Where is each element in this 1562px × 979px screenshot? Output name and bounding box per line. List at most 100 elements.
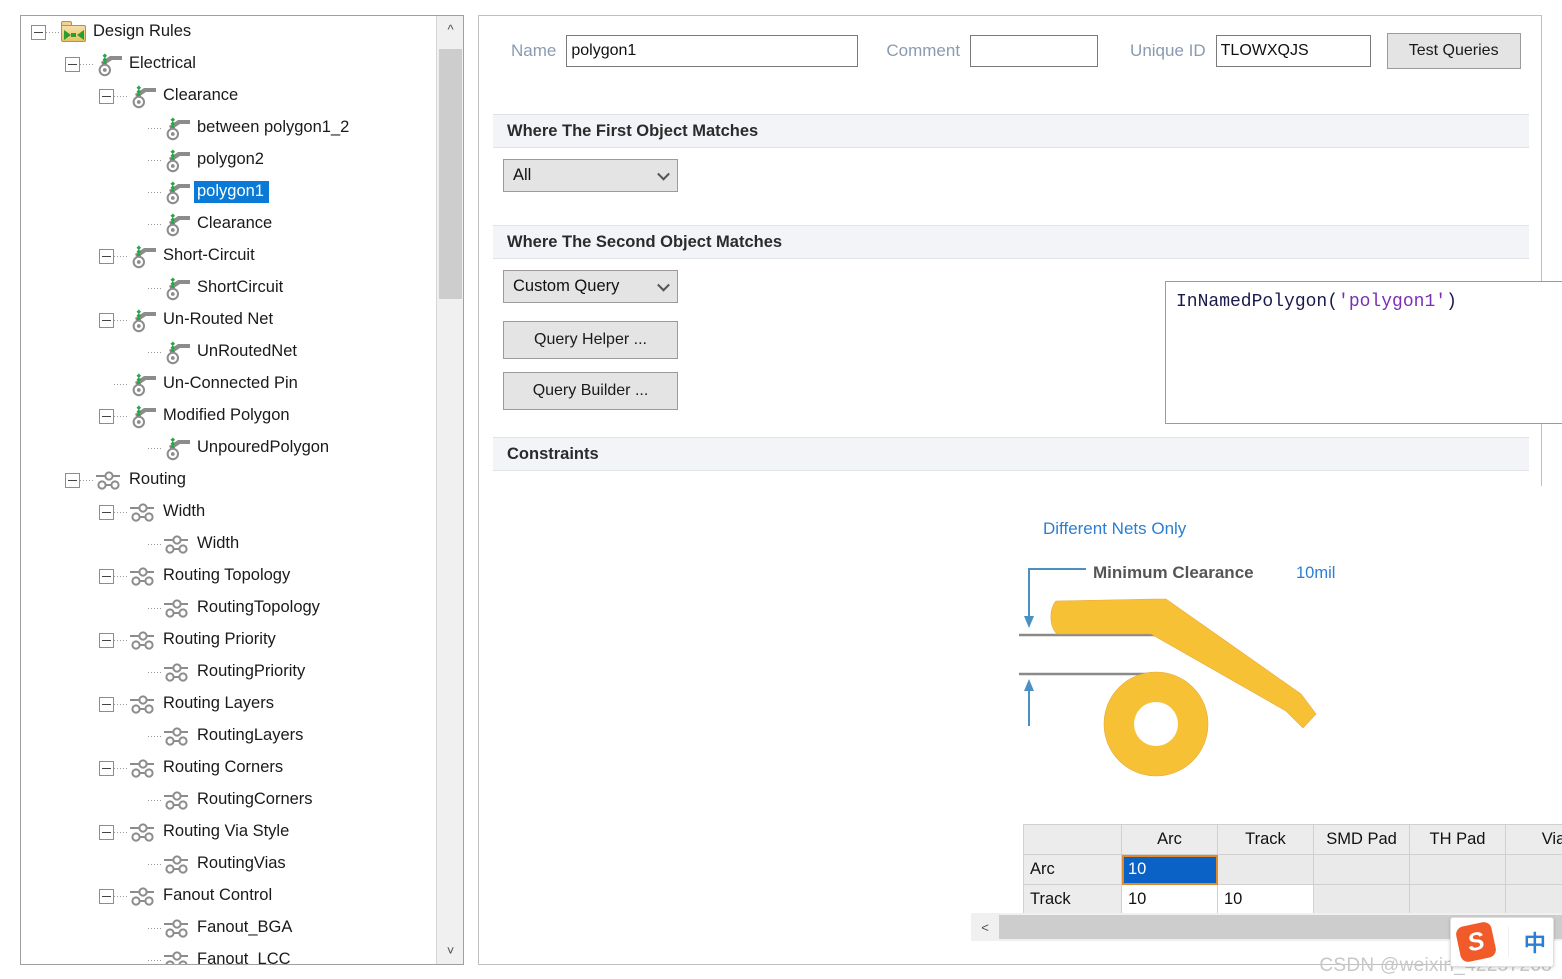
table-cell[interactable] (1505, 884, 1562, 915)
tree-item-routing[interactable]: Routing (21, 464, 435, 496)
tree-item-routingtopology[interactable]: RoutingTopology (21, 592, 435, 624)
first-object-scope-select[interactable]: All (503, 159, 678, 192)
tree-item-label: Modified Polygon (163, 406, 290, 425)
tree-item-routing-corners[interactable]: Routing Corners (21, 752, 435, 784)
query-builder-button[interactable]: Query Builder ... (503, 372, 678, 410)
tree-item-unpouredpolygon[interactable]: UnpouredPolygon (21, 432, 435, 464)
tree-item-modified-polygon[interactable]: Modified Polygon (21, 400, 435, 432)
routing-rule-icon (162, 787, 192, 813)
tree-item-clearance[interactable]: Clearance (21, 80, 435, 112)
second-object-scope-select[interactable]: Custom Query (503, 270, 678, 303)
table-cell[interactable]: 10 (1121, 854, 1218, 885)
tree-item-fanout-lcc[interactable]: Fanout_LCC (21, 944, 435, 964)
table-header-row: ArcTrackSMD PadTH PadViaFillPolyRegionTe… (1023, 824, 1562, 855)
unique-id-input[interactable] (1215, 35, 1371, 67)
tree-item-width[interactable]: Width (21, 496, 435, 528)
tree-scrollbar-thumb[interactable] (439, 49, 462, 299)
tree-item-fanout-bga[interactable]: Fanout_BGA (21, 912, 435, 944)
tree-expander-collapse-icon[interactable] (99, 88, 114, 104)
tree-connector-line (114, 575, 128, 577)
table-column-header[interactable]: Arc (1121, 824, 1218, 855)
routing-rule-icon (128, 691, 158, 717)
tree-item-routing-layers[interactable]: Routing Layers (21, 688, 435, 720)
tree-item-routinglayers[interactable]: RoutingLayers (21, 720, 435, 752)
electrical-rule-icon (162, 147, 192, 173)
table-cell[interactable] (1313, 884, 1410, 915)
table-cell[interactable] (1409, 884, 1506, 915)
tree-expander-collapse-icon[interactable] (99, 312, 114, 328)
tree-item-label: RoutingPriority (197, 662, 306, 681)
table-row[interactable]: Track 10 10 (1023, 884, 1562, 915)
table-column-header[interactable]: TH Pad (1409, 824, 1506, 855)
table-column-header[interactable]: SMD Pad (1313, 824, 1410, 855)
ime-language-icon[interactable]: 中 (1524, 926, 1546, 958)
scroll-left-arrow-icon[interactable]: ˂ (971, 913, 999, 941)
tree-item-routing-via-style[interactable]: Routing Via Style (21, 816, 435, 848)
tree-scroll-area[interactable]: Design Rules Electrical Clearance between p… (21, 16, 435, 964)
tree-item-label: Routing (129, 470, 186, 489)
tree-connector-line (148, 351, 162, 353)
tree-connector-line (148, 223, 162, 225)
comment-input[interactable] (970, 35, 1099, 67)
tree-vertical-scrollbar[interactable]: ^ ˅ (436, 16, 463, 964)
tree-item-routing-priority[interactable]: Routing Priority (21, 624, 435, 656)
table-column-header[interactable]: Via (1505, 824, 1562, 855)
tree-expander-collapse-icon[interactable] (31, 24, 46, 40)
tree-expander-collapse-icon[interactable] (99, 568, 114, 584)
tree-item-electrical[interactable]: Electrical (21, 48, 435, 80)
tree-item-routingcorners[interactable]: RoutingCorners (21, 784, 435, 816)
tree-item-short-circuit[interactable]: Short-Circuit (21, 240, 435, 272)
tree-item-design-rules[interactable]: Design Rules (21, 16, 435, 48)
tree-item-unroutednet[interactable]: UnRoutedNet (21, 336, 435, 368)
tree-item-routingvias[interactable]: RoutingVias (21, 848, 435, 880)
design-rules-folder-icon (60, 21, 88, 43)
design-rules-tree-panel[interactable]: Design Rules Electrical Clearance between p… (20, 15, 464, 965)
table-cell[interactable] (1505, 854, 1562, 885)
tree-list[interactable]: Design Rules Electrical Clearance between p… (21, 16, 435, 964)
table-cell[interactable] (1313, 854, 1410, 885)
scroll-down-arrow-icon[interactable]: ˅ (437, 937, 463, 964)
table-cell[interactable] (1409, 854, 1506, 885)
tree-expander-collapse-icon[interactable] (65, 472, 80, 488)
table-cell[interactable] (1217, 854, 1314, 885)
tree-item-un-routed-net[interactable]: Un-Routed Net (21, 304, 435, 336)
query-helper-button[interactable]: Query Helper ... (503, 321, 678, 359)
tree-expander-collapse-icon[interactable] (65, 56, 80, 72)
tree-connector-line (148, 959, 162, 961)
tree-expander-collapse-icon[interactable] (99, 824, 114, 840)
table-cell[interactable]: 10 (1121, 884, 1218, 915)
routing-rule-icon (128, 883, 158, 909)
tree-connector-line (148, 735, 162, 737)
tree-expander-collapse-icon[interactable] (99, 760, 114, 776)
tree-item-un-connected-pin[interactable]: Un-Connected Pin (21, 368, 435, 400)
tree-expander-collapse-icon[interactable] (99, 504, 114, 520)
tree-item-fanout-control[interactable]: Fanout Control (21, 880, 435, 912)
tree-item-label: Routing Corners (163, 758, 284, 777)
tree-item-clearance[interactable]: Clearance (21, 208, 435, 240)
test-queries-button[interactable]: Test Queries (1386, 33, 1521, 69)
tree-expander-collapse-icon[interactable] (99, 696, 114, 712)
tree-item-width[interactable]: Width (21, 528, 435, 560)
electrical-rule-icon (128, 243, 158, 269)
tree-item-shortcircuit[interactable]: ShortCircuit (21, 272, 435, 304)
sogou-ime-indicator[interactable]: S 中 (1450, 917, 1554, 967)
tree-item-routing-topology[interactable]: Routing Topology (21, 560, 435, 592)
tree-expander-collapse-icon[interactable] (99, 888, 114, 904)
custom-query-textarea[interactable]: InNamedPolygon('polygon1') (1165, 281, 1562, 424)
name-input[interactable] (566, 35, 859, 67)
table-corner-header (1023, 824, 1122, 855)
table-column-header[interactable]: Track (1217, 824, 1314, 855)
tree-item-label: Routing Via Style (163, 822, 290, 841)
table-row[interactable]: Arc 10 (1023, 854, 1562, 885)
tree-expander-collapse-icon[interactable] (99, 632, 114, 648)
tree-item-routingpriority[interactable]: RoutingPriority (21, 656, 435, 688)
routing-rule-icon (162, 659, 192, 685)
tree-expander-collapse-icon[interactable] (99, 248, 114, 264)
table-cell[interactable]: 10 (1217, 884, 1314, 915)
routing-rule-icon (162, 723, 192, 749)
tree-item-polygon1[interactable]: polygon1 (21, 176, 435, 208)
tree-item-between-polygon1-2[interactable]: between polygon1_2 (21, 112, 435, 144)
scroll-up-arrow-icon[interactable]: ^ (437, 16, 463, 43)
tree-expander-collapse-icon[interactable] (99, 408, 114, 424)
tree-item-polygon2[interactable]: polygon2 (21, 144, 435, 176)
